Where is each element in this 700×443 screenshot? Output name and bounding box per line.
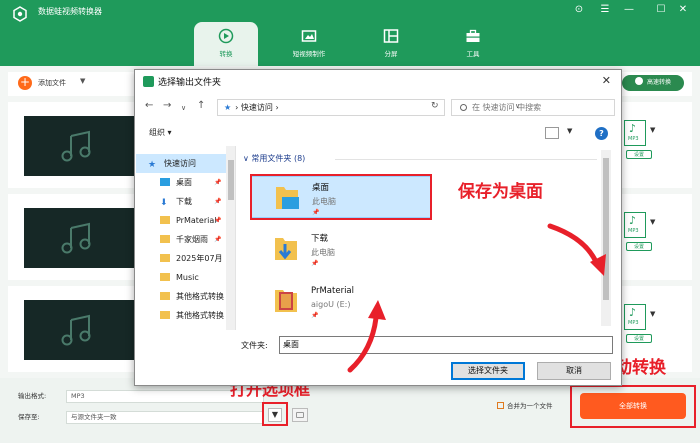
annotation-arrow — [547, 223, 599, 265]
annotation-arrow — [368, 300, 386, 320]
annotation-arrow — [347, 315, 379, 373]
annotation-arrows — [347, 223, 606, 373]
